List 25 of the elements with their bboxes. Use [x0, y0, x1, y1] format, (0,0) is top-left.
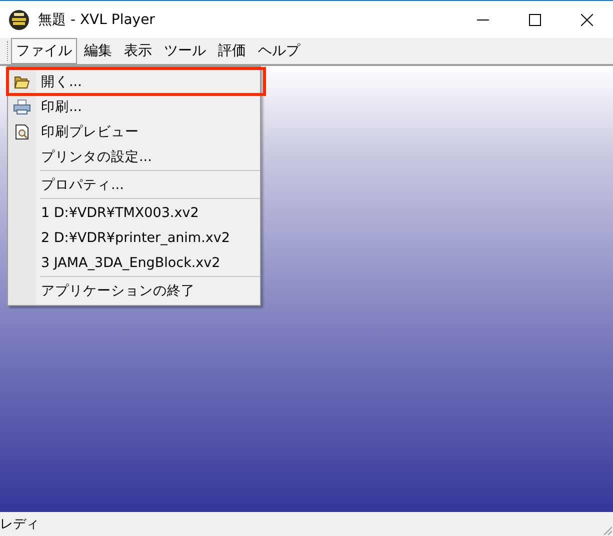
menu-item[interactable]: アプリケーションの終了	[8, 278, 260, 303]
menu-item[interactable]: 2 D:¥VDR¥printer_anim.xv2	[8, 225, 260, 250]
menu-item[interactable]: ファイル	[11, 38, 77, 64]
menu-item[interactable]: 3 JAMA_3DA_EngBlock.xv2	[8, 250, 260, 275]
menu-item[interactable]: 編集	[79, 38, 117, 64]
menu-item[interactable]: プロパティ...	[8, 172, 260, 197]
menu-item[interactable]: ツール	[159, 38, 211, 64]
menu-item[interactable]: 表示	[119, 38, 157, 64]
app-logo-icon	[8, 8, 30, 30]
folder-icon	[14, 74, 30, 88]
menu-item[interactable]: 印刷...	[8, 94, 260, 119]
menu-item[interactable]: プリンタの設定...	[8, 144, 260, 169]
maximize-icon	[529, 14, 541, 26]
printer-icon	[13, 98, 31, 114]
status-text: レディ	[0, 516, 39, 533]
menu-item[interactable]: 1 D:¥VDR¥TMX003.xv2	[8, 200, 260, 225]
minimize-icon	[477, 18, 489, 20]
menu-item[interactable]: ヘルプ	[253, 38, 305, 64]
print-preview-icon	[15, 124, 29, 140]
resize-grip-icon	[602, 525, 612, 535]
menu-item[interactable]: 評価	[213, 38, 251, 64]
close-icon	[581, 14, 593, 26]
window-title: 無題 - XVL Player	[38, 10, 156, 28]
menu-item[interactable]: 開く...	[8, 69, 264, 94]
menu-item[interactable]: 印刷プレビュー	[8, 119, 260, 144]
